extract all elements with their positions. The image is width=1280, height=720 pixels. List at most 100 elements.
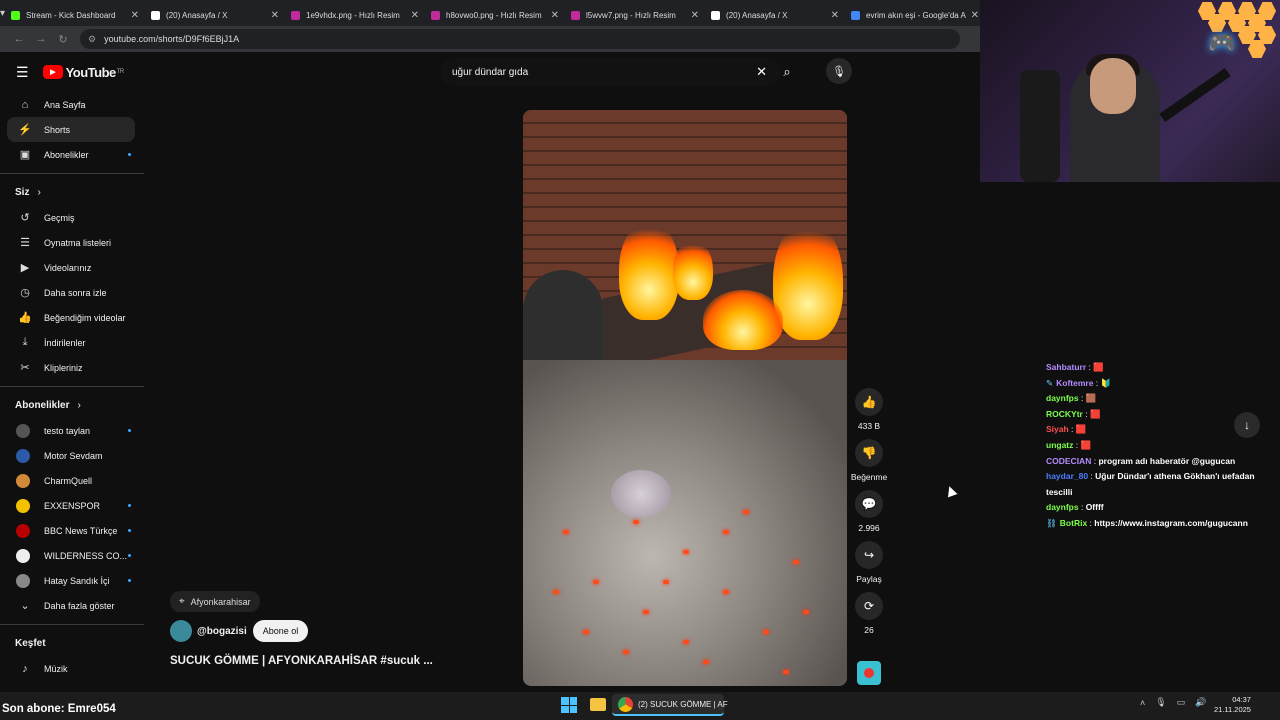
tab-close-icon[interactable]: ✕: [271, 10, 279, 21]
sidebar-item-subscription[interactable]: testo taylan: [7, 418, 135, 443]
sidebar-item-ana-sayfa[interactable]: ⌂ Ana Sayfa: [7, 92, 135, 117]
browser-tab[interactable]: (20) Anasayfa / X ✕: [705, 4, 845, 26]
file-explorer-icon[interactable]: [590, 698, 606, 711]
sidebar-item-you[interactable]: 👍 Beğendiğim videolar: [7, 305, 135, 330]
sidebar-item-label: Shorts: [44, 124, 71, 135]
subscribe-button[interactable]: Abone ol: [252, 620, 309, 642]
location-chip[interactable]: ⌖ Afyonkarahisar: [170, 591, 260, 612]
channel-name[interactable]: @bogazisi: [197, 626, 247, 637]
dislike-button[interactable]: 👎: [855, 439, 883, 467]
chevron-down-icon: ⌄: [20, 600, 30, 612]
clock[interactable]: 04:37 21.11.2025: [1214, 695, 1251, 715]
chat-username[interactable]: CODECIAN: [1046, 456, 1091, 466]
search-button[interactable]: ⌕: [771, 58, 803, 86]
browser-tab[interactable]: h8ovwo0.png - Hızlı Resim ✕: [425, 4, 565, 26]
sidebar-item-subscription[interactable]: Hatay Sandık İçi: [7, 568, 135, 593]
tab-title: (20) Anasayfa / X: [726, 10, 788, 20]
chat-username[interactable]: Koftemre: [1056, 378, 1093, 388]
share-button[interactable]: ↪: [855, 541, 883, 569]
volume-icon[interactable]: 🔊: [1195, 697, 1206, 708]
tab-close-icon[interactable]: ✕: [411, 10, 419, 21]
mic-tray-icon[interactable]: 🎙: [1155, 697, 1166, 708]
chat-separator: :: [1078, 502, 1086, 513]
location-pin-icon: ⌖: [179, 596, 185, 607]
sidebar-item-subscription[interactable]: BBC News Türkçe: [7, 518, 135, 543]
browser-tab[interactable]: evrim akın eşi - Google'da A ✕: [845, 4, 980, 26]
sidebar-item-shorts[interactable]: ⚡ Shorts: [7, 117, 135, 142]
chat-badge-icon: ✎: [1046, 377, 1054, 388]
chat-username[interactable]: Siyah: [1046, 424, 1069, 434]
chat-username[interactable]: BotRix: [1060, 518, 1087, 528]
youtube-logo[interactable]: ▶ YouTube TR: [42, 65, 124, 80]
chat-username[interactable]: Sahbaturr: [1046, 362, 1086, 372]
tab-close-icon[interactable]: ✕: [691, 10, 699, 21]
browser-tab[interactable]: (20) Anasayfa / X ✕: [145, 4, 285, 26]
video-frame-foil: [611, 470, 671, 518]
browser-tab[interactable]: 1e9vhdx.png - Hızlı Resim ✕: [285, 4, 425, 26]
sidebar-item-label: İndirilenler: [44, 337, 86, 348]
channel-thumbnail[interactable]: [857, 661, 881, 685]
show-more-button[interactable]: ⌄ Daha fazla göster: [7, 593, 135, 618]
sidebar-item-subscription[interactable]: CharmQuell: [7, 468, 135, 493]
chat-username[interactable]: ungatz: [1046, 440, 1073, 450]
tab-title: h8ovwo0.png - Hızlı Resim: [446, 10, 542, 20]
sidebar-item-you[interactable]: ☰ Oynatma listeleri: [7, 230, 135, 255]
sidebar-item-abonelikler[interactable]: ▣ Abonelikler: [7, 142, 135, 167]
sidebar-item-subscription[interactable]: EXXENSPOR: [7, 493, 135, 518]
back-icon[interactable]: ←: [8, 33, 30, 45]
sidebar-item-subscription[interactable]: Motor Sevdam: [7, 443, 135, 468]
sidebar-item-you[interactable]: ▶ Videolarınız: [7, 255, 135, 280]
you-section-header[interactable]: Siz ›: [0, 180, 150, 205]
start-button[interactable]: [561, 697, 577, 713]
subscriptions-section-header[interactable]: Abonelikler ›: [0, 393, 150, 418]
menu-icon[interactable]: ☰: [16, 64, 29, 81]
chat-separator: :: [1082, 408, 1090, 419]
remix-button[interactable]: ⟳: [855, 592, 883, 620]
browser-tab[interactable]: Stream - Kick Dashboard ✕: [5, 4, 145, 26]
reload-icon[interactable]: ↻: [52, 33, 74, 46]
chat-username[interactable]: daynfps: [1046, 393, 1079, 403]
clear-search-icon[interactable]: ✕: [756, 64, 767, 80]
voice-search-button[interactable]: 🎙: [826, 58, 852, 84]
forward-icon[interactable]: →: [30, 33, 52, 45]
site-info-icon[interactable]: ⚙: [88, 34, 96, 45]
share-label: Paylaş: [856, 574, 882, 584]
comments-button[interactable]: 💬: [855, 490, 883, 518]
chat-message: Sahbaturr : 🟥: [1046, 360, 1271, 376]
new-content-dot: [128, 529, 131, 532]
search-input[interactable]: uğur dündar gıda ✕: [441, 58, 781, 86]
scroll-down-button[interactable]: ↓: [1234, 412, 1260, 438]
chat-username[interactable]: haydar_80: [1046, 471, 1088, 481]
ember: [583, 630, 589, 634]
tab-close-icon[interactable]: ✕: [831, 10, 839, 21]
arrow-down-icon: ↓: [1244, 418, 1250, 432]
sidebar-item-explore[interactable]: ♪ Müzik: [7, 656, 135, 681]
tab-close-icon[interactable]: ✕: [131, 10, 139, 21]
tab-close-icon[interactable]: ✕: [971, 10, 979, 21]
browser-tab[interactable]: l5wvw7.png - Hızlı Resim ✕: [565, 4, 705, 26]
tray-overflow-icon[interactable]: ˄: [1140, 698, 1145, 708]
sidebar-item-you[interactable]: ⤓ İndirilenler: [7, 330, 135, 355]
chat-username[interactable]: ROCKYtr: [1046, 409, 1083, 419]
sidebar-item-you[interactable]: ◷ Daha sonra izle: [7, 280, 135, 305]
liked-icon: 👍: [18, 312, 32, 324]
tab-close-icon[interactable]: ✕: [551, 10, 559, 21]
short-video-player[interactable]: [523, 110, 847, 686]
youtube-play-icon: ▶: [42, 65, 63, 79]
microphone-arm: [1159, 67, 1231, 123]
system-tray: ˄ 🎙 ▭ 🔊: [1140, 697, 1216, 708]
sidebar-item-you[interactable]: ↺ Geçmiş: [7, 205, 135, 230]
like-button[interactable]: 👍: [855, 388, 883, 416]
sidebar-item-you[interactable]: ✂ Klipleriniz: [7, 355, 135, 380]
sidebar-item-label: WILDERNESS CO...: [44, 550, 128, 561]
channel-avatar: [16, 423, 30, 438]
channel-avatar[interactable]: [170, 620, 192, 642]
dislike-label: Beğenme: [850, 472, 888, 482]
sidebar-item-subscription[interactable]: WILDERNESS CO...: [7, 543, 135, 568]
url-field[interactable]: ⚙ youtube.com/shorts/D9Ff6EBjJ1A: [80, 29, 960, 49]
chat-message: haydar_80 : Uğur Dündar'ı athena Gökhan'…: [1046, 469, 1271, 500]
channel-avatar: [16, 548, 30, 563]
chat-username[interactable]: daynfps: [1046, 502, 1079, 512]
short-title[interactable]: SUCUK GÖMME | AFYONKARAHİSAR #sucuk ...: [170, 655, 433, 667]
network-icon[interactable]: ▭: [1177, 697, 1186, 708]
